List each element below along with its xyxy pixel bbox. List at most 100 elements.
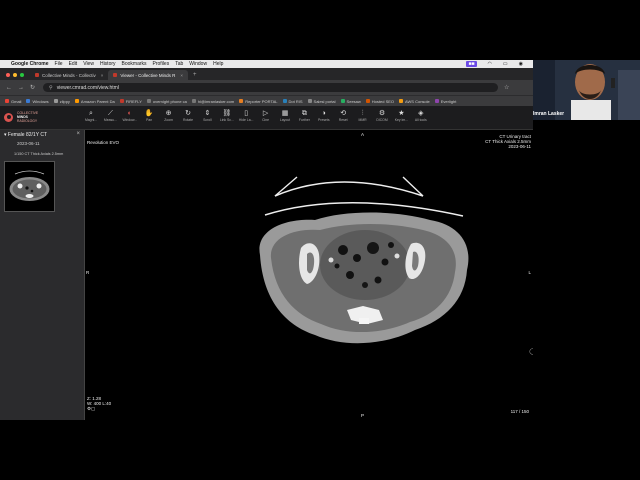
image-viewport[interactable]: Revolution EVO CT Urinary tract CT Thick… <box>85 130 536 420</box>
tool-label: Presets <box>318 118 330 122</box>
tool-link-button[interactable]: ⛓ Link Sc... <box>218 109 236 122</box>
close-tab-icon[interactable]: × <box>101 73 104 78</box>
tool-pan-button[interactable]: ✋ Pan <box>140 109 158 122</box>
bookmark-dotris[interactable]: Dot RIS <box>282 98 303 104</box>
screen-background <box>0 420 640 480</box>
study-date[interactable]: 2023-06-11 <box>17 141 40 146</box>
tool-label: Reset <box>338 118 348 122</box>
bookmark-firefly[interactable]: FIREFLY <box>119 98 142 104</box>
presenter-name: Imran Lasker <box>533 111 565 117</box>
tool-magnify-button[interactable]: ⌕ Magni... <box>82 109 100 122</box>
tab-title: Viewer - Collective Minds R <box>120 72 176 78</box>
logo-text: COLLECTIVE MINDS RADIOLOGY <box>17 111 38 123</box>
new-tab-icon[interactable]: + <box>193 72 197 78</box>
menu-file[interactable]: File <box>55 61 63 67</box>
study-panel: ▾ Female 82/1Y CT × 2023-06-11 1/150 CT … <box>0 130 85 420</box>
tool-presets-button[interactable]: ◑ Presets <box>315 109 333 122</box>
bookmark-zlippy[interactable]: zlippy <box>53 99 70 104</box>
everlight-icon <box>434 99 439 103</box>
bookmark-gmail[interactable]: Gmail <box>5 99 21 104</box>
tool-dicom-button[interactable]: ⚙ DICOM <box>373 109 391 122</box>
amazon-icon <box>74 99 79 103</box>
battery-icon[interactable]: ▭ <box>503 61 508 67</box>
tool-scroll-button[interactable]: ⇕ Scroll <box>198 109 216 122</box>
address-bar-row: ← → ↻ ⚲ viewer.cmrad.com/view.html ☆ <box>0 80 533 95</box>
menu-window[interactable]: Window <box>189 61 207 67</box>
bookmark-overnight[interactable]: overnight phone ca <box>146 98 187 104</box>
bookmark-label: overnight phone ca <box>152 98 187 104</box>
menu-edit[interactable]: Edit <box>69 61 78 67</box>
collective-minds-logo[interactable]: COLLECTIVE MINDS RADIOLOGY <box>4 111 38 123</box>
tool-reset-button[interactable]: ⟲ Reset <box>334 109 352 122</box>
browser-tab-viewer[interactable]: Viewer - Collective Minds R × <box>108 70 188 80</box>
tool-ruler-button[interactable]: ⟋ Measu... <box>101 109 119 122</box>
close-tab-icon[interactable]: × <box>180 73 183 78</box>
scanner-label: Revolution EVO <box>87 140 120 145</box>
tool-hide-layers-button[interactable]: ▯ Hide La... <box>237 109 255 122</box>
menu-view[interactable]: View <box>83 61 94 67</box>
maximize-window-icon[interactable] <box>20 73 24 77</box>
ruler-icon: ⟋ <box>107 110 113 117</box>
patient-header[interactable]: ▾ Female 82/1Y CT <box>4 132 47 138</box>
tool-mmr-button[interactable]: ⫶ MMR <box>354 109 372 122</box>
tool-label: Pan <box>146 118 153 122</box>
reload-icon[interactable]: ↻ <box>30 84 35 91</box>
bookmark-label: FIREFLY <box>125 98 142 104</box>
tool-all-tools-button[interactable]: ◈ All tools <box>412 109 430 122</box>
series-thumbnail[interactable] <box>4 161 55 212</box>
back-icon[interactable]: ← <box>6 85 12 91</box>
tool-further-button[interactable]: ⧉ Further <box>295 109 313 122</box>
overlay-settings-icon[interactable]: ⚙▢ <box>87 406 111 412</box>
logo-line: RADIOLOGY <box>17 119 38 123</box>
right-background <box>533 120 640 420</box>
tool-label: Scroll <box>203 118 212 122</box>
patient-label: Female 82/1Y CT <box>7 132 47 138</box>
series-info: CT Urinary tract CT Thick Axials 2.5mm 2… <box>485 134 531 149</box>
menu-bookmarks[interactable]: Bookmarks <box>122 61 147 67</box>
tool-label: Measu... <box>103 118 117 122</box>
menu-tab[interactable]: Tab <box>175 61 183 67</box>
url-input[interactable]: ⚲ viewer.cmrad.com/view.html <box>43 83 499 92</box>
bookmark-label: Dot RIS <box>288 98 303 104</box>
bookmark-label: Everlight <box>440 98 457 104</box>
bookmark-email[interactable]: hi@imranlasker.com <box>191 99 234 104</box>
bookmark-everlight[interactable]: Everlight <box>434 98 457 104</box>
tool-layout-button[interactable]: ▦ Layout <box>276 109 294 122</box>
minimize-window-icon[interactable] <box>13 73 17 77</box>
menu-history[interactable]: History <box>100 61 116 67</box>
menu-app-name[interactable]: Google Chrome <box>11 61 49 67</box>
layout-icon: ▦ <box>281 110 289 117</box>
bookmark-seesaw[interactable]: Seesaw <box>340 98 361 104</box>
wifi-icon[interactable]: ◠ <box>488 61 492 67</box>
dicom-icon: ⚙ <box>378 110 386 117</box>
bookmark-hosted-seo[interactable]: Hosted SEO <box>365 99 394 104</box>
bookmark-windows[interactable]: Windows <box>26 99 49 104</box>
control-center-icon[interactable]: ◉ <box>519 61 523 67</box>
browser-tab-collective-minds[interactable]: Collective Minds - Collectiv × <box>30 70 108 80</box>
close-window-icon[interactable] <box>6 73 10 77</box>
tool-window-level-button[interactable]: ◐ Window... <box>121 109 139 122</box>
bookmark-salesl[interactable]: Salesl portal <box>307 98 336 104</box>
further-icon: ⧉ <box>301 110 307 117</box>
menu-profiles[interactable]: Profiles <box>153 61 170 67</box>
bookmarks-bar: Gmail Windows zlippy Amazon Parent Da FI… <box>0 95 533 106</box>
forward-icon[interactable]: → <box>18 85 24 91</box>
tool-label: DICOM <box>376 118 388 122</box>
tool-star-button[interactable]: ★ Key Im... <box>392 109 410 122</box>
tool-cine-button[interactable]: ▷ Cine <box>257 109 275 122</box>
bookmark-reporter[interactable]: Reporter PORTAL <box>239 99 278 104</box>
bookmark-label: Salesl portal <box>313 98 336 104</box>
page-icon <box>146 99 151 103</box>
tool-label: MMR <box>358 118 367 122</box>
close-panel-icon[interactable]: × <box>76 131 80 137</box>
tool-label: Zoom <box>164 118 173 122</box>
tool-zoom-button[interactable]: ⊕ Zoom <box>160 109 178 122</box>
recording-icon[interactable]: ■■ <box>466 61 477 67</box>
tool-rotate-button[interactable]: ↻ Rotate <box>179 109 197 122</box>
tool-label: Link Sc... <box>219 118 234 122</box>
bookmark-amazon[interactable]: Amazon Parent Da <box>74 99 115 104</box>
menu-help[interactable]: Help <box>213 61 223 67</box>
bookmark-star-icon[interactable]: ☆ <box>504 84 509 91</box>
bookmark-label: Seesaw <box>346 98 361 104</box>
bookmark-aws[interactable]: AWS Console <box>399 99 430 104</box>
